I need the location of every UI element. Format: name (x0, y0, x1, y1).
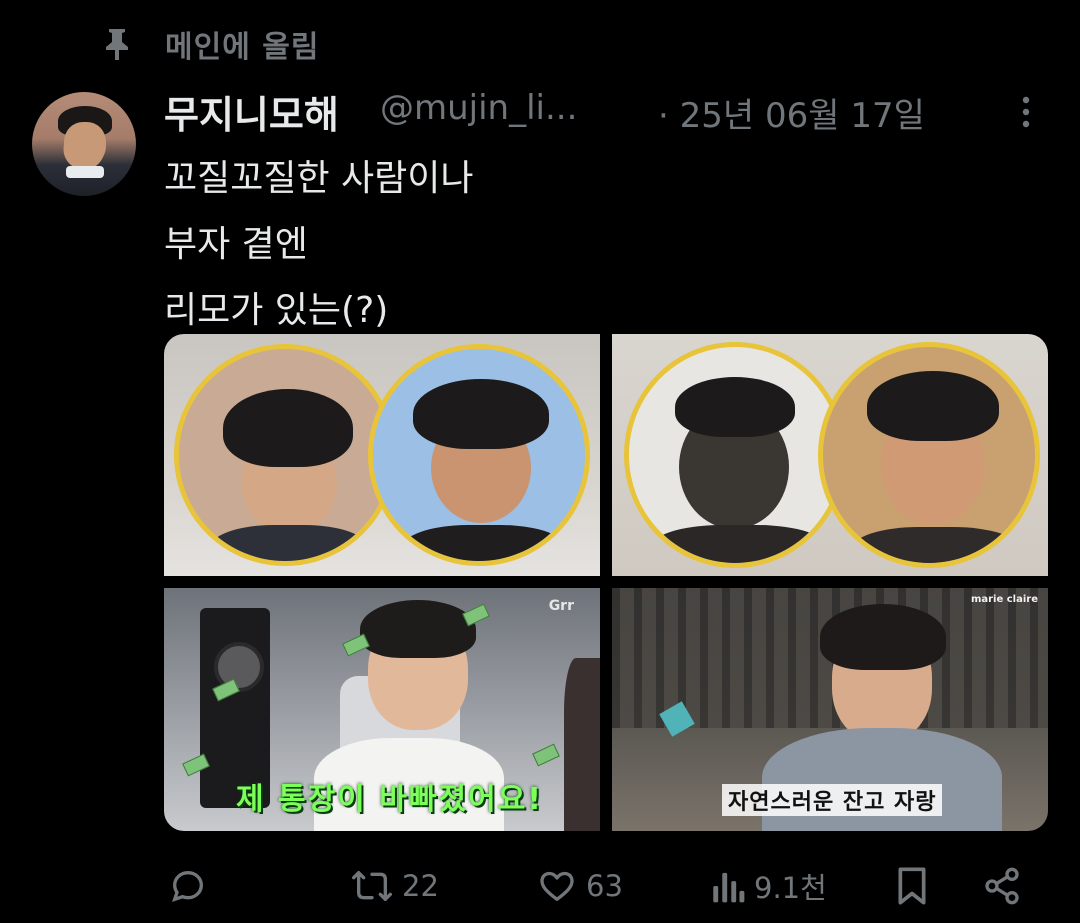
like-button[interactable]: 63 (536, 858, 623, 914)
overlay-caption: 자연스러운 잔고 자랑 (722, 784, 943, 816)
photo-circle (368, 344, 590, 566)
photo-circle (818, 342, 1040, 568)
share-button[interactable] (982, 858, 1022, 914)
media-image-2[interactable] (612, 334, 1048, 576)
views-button[interactable]: 9.1천 (710, 858, 827, 914)
avatar[interactable] (32, 92, 136, 196)
more-options-icon[interactable] (1006, 92, 1046, 132)
channel-tag: marie claire (970, 594, 1038, 605)
retweet-icon (350, 866, 394, 906)
media-image-4[interactable]: marie claire 자연스러운 잔고 자랑 (612, 588, 1048, 831)
heart-icon (536, 866, 578, 906)
retweet-button[interactable]: 22 (350, 858, 439, 914)
tweet-header: 무지니모해 @mujin_li... · 25년 06월 17일 (164, 82, 1064, 139)
bookmark-icon (894, 866, 930, 906)
overlay-caption: 제 통장이 바빠졌어요! (236, 782, 543, 817)
bookmark-button[interactable] (894, 858, 930, 914)
pinned-label: 메인에 올림 (165, 30, 320, 65)
like-count: 63 (586, 869, 623, 903)
tweet-text-line: 부자 곁엔 (164, 224, 308, 265)
photo-circle (174, 344, 396, 566)
author-name[interactable]: 무지니모해 (164, 84, 339, 139)
reply-button[interactable] (168, 858, 208, 914)
tweet-text: 꼬질꼬질한 사람이나 부자 곁엔 리모가 있는(?) (164, 146, 474, 344)
action-bar: 22 63 9.1천 (164, 858, 1044, 914)
pinned-indicator: 메인에 올림 (100, 22, 319, 66)
photo-circle (624, 342, 846, 568)
reply-icon (168, 866, 208, 906)
views-icon (710, 866, 746, 906)
share-icon (982, 866, 1022, 906)
views-count: 9.1천 (754, 871, 827, 905)
tweet-date[interactable]: · 25년 06월 17일 (658, 88, 925, 137)
tweet-text-line: 꼬질꼬질한 사람이나 (164, 158, 474, 199)
retweet-count: 22 (402, 869, 439, 903)
author-handle[interactable]: @mujin_li... (380, 88, 577, 128)
media-image-1[interactable] (164, 334, 600, 576)
media-image-3[interactable]: Grr 제 통장이 바빠졌어요! (164, 588, 600, 831)
pin-icon (100, 27, 134, 61)
channel-tag: Grr (548, 598, 574, 614)
media-grid: Grr 제 통장이 바빠졌어요! marie claire 자연스러운 잔고 자… (164, 334, 1048, 831)
